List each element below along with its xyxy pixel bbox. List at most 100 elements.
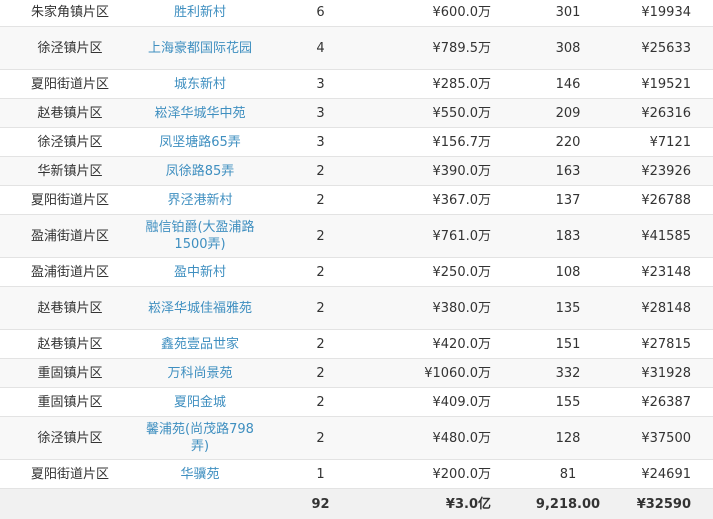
unit-price-cell: ¥23148: [623, 258, 713, 287]
table-row: 重固镇片区 万科尚景苑 2 ¥1060.0万 332 ¥31928: [0, 359, 713, 388]
area-cell: 301: [513, 0, 623, 27]
district-cell: 盈浦街道片区: [0, 215, 140, 258]
table-row: 夏阳街道片区 华骥苑 1 ¥200.0万 81 ¥24691: [0, 460, 713, 489]
listing-table: 朱家角镇片区 胜利新村 6 ¥600.0万 301 ¥19934 徐泾镇片区 上…: [0, 0, 713, 519]
community-link[interactable]: 万科尚景苑: [140, 359, 260, 388]
count-cell: 2: [260, 215, 381, 258]
total-price-cell: ¥550.0万: [381, 99, 513, 128]
count-cell: 1: [260, 460, 381, 489]
total-price-cell: ¥250.0万: [381, 258, 513, 287]
community-link[interactable]: 凤徐路85弄: [140, 157, 260, 186]
unit-price-cell: ¥31928: [623, 359, 713, 388]
district-cell: 夏阳街道片区: [0, 70, 140, 99]
totals-area-cell: 9,218.00: [513, 489, 623, 519]
district-cell: 夏阳街道片区: [0, 186, 140, 215]
total-price-cell: ¥761.0万: [381, 215, 513, 258]
community-link[interactable]: 胜利新村: [140, 0, 260, 27]
table-row: 盈浦街道片区 融信铂爵(大盈浦路1500弄) 2 ¥761.0万 183 ¥41…: [0, 215, 713, 258]
table-row: 徐泾镇片区 馨浦苑(尚茂路798弄) 2 ¥480.0万 128 ¥37500: [0, 417, 713, 460]
area-cell: 183: [513, 215, 623, 258]
community-link[interactable]: 凤坚塘路65弄: [140, 128, 260, 157]
unit-price-cell: ¥19521: [623, 70, 713, 99]
total-price-cell: ¥285.0万: [381, 70, 513, 99]
count-cell: 6: [260, 0, 381, 27]
total-price-cell: ¥380.0万: [381, 287, 513, 330]
area-cell: 146: [513, 70, 623, 99]
community-link[interactable]: 馨浦苑(尚茂路798弄): [140, 417, 260, 460]
totals-count-cell: 92: [260, 489, 381, 519]
unit-price-cell: ¥27815: [623, 330, 713, 359]
unit-price-cell: ¥25633: [623, 27, 713, 70]
unit-price-cell: ¥41585: [623, 215, 713, 258]
area-cell: 308: [513, 27, 623, 70]
community-link[interactable]: 盈中新村: [140, 258, 260, 287]
area-cell: 209: [513, 99, 623, 128]
totals-unit-price-cell: ¥32590: [623, 489, 713, 519]
table-row: 赵巷镇片区 崧泽华城佳福雅苑 2 ¥380.0万 135 ¥28148: [0, 287, 713, 330]
community-link[interactable]: 城东新村: [140, 70, 260, 99]
count-cell: 3: [260, 128, 381, 157]
area-cell: 81: [513, 460, 623, 489]
table-row: 赵巷镇片区 崧泽华城华中苑 3 ¥550.0万 209 ¥26316: [0, 99, 713, 128]
total-price-cell: ¥367.0万: [381, 186, 513, 215]
community-link[interactable]: 华骥苑: [140, 460, 260, 489]
community-link[interactable]: 崧泽华城佳福雅苑: [140, 287, 260, 330]
unit-price-cell: ¥26788: [623, 186, 713, 215]
totals-price-cell: ¥3.0亿: [381, 489, 513, 519]
district-cell: 重固镇片区: [0, 388, 140, 417]
table-row: 夏阳街道片区 界泾港新村 2 ¥367.0万 137 ¥26788: [0, 186, 713, 215]
count-cell: 3: [260, 99, 381, 128]
total-price-cell: ¥409.0万: [381, 388, 513, 417]
district-cell: 赵巷镇片区: [0, 99, 140, 128]
area-cell: 220: [513, 128, 623, 157]
community-link[interactable]: 崧泽华城华中苑: [140, 99, 260, 128]
district-cell: 重固镇片区: [0, 359, 140, 388]
count-cell: 2: [260, 157, 381, 186]
table-row: 盈浦街道片区 盈中新村 2 ¥250.0万 108 ¥23148: [0, 258, 713, 287]
community-link[interactable]: 鑫苑壹品世家: [140, 330, 260, 359]
community-link[interactable]: 上海豪都国际花园: [140, 27, 260, 70]
total-price-cell: ¥600.0万: [381, 0, 513, 27]
district-cell: 赵巷镇片区: [0, 330, 140, 359]
count-cell: 2: [260, 258, 381, 287]
area-cell: 155: [513, 388, 623, 417]
community-link[interactable]: 融信铂爵(大盈浦路1500弄): [140, 215, 260, 258]
district-cell: 朱家角镇片区: [0, 0, 140, 27]
table-row: 徐泾镇片区 凤坚塘路65弄 3 ¥156.7万 220 ¥7121: [0, 128, 713, 157]
community-link[interactable]: 界泾港新村: [140, 186, 260, 215]
unit-price-cell: ¥28148: [623, 287, 713, 330]
district-cell: 盈浦街道片区: [0, 258, 140, 287]
total-price-cell: ¥1060.0万: [381, 359, 513, 388]
table-row: 徐泾镇片区 上海豪都国际花园 4 ¥789.5万 308 ¥25633: [0, 27, 713, 70]
total-price-cell: ¥156.7万: [381, 128, 513, 157]
table-row: 重固镇片区 夏阳金城 2 ¥409.0万 155 ¥26387: [0, 388, 713, 417]
unit-price-cell: ¥26387: [623, 388, 713, 417]
unit-price-cell: ¥37500: [623, 417, 713, 460]
total-price-cell: ¥789.5万: [381, 27, 513, 70]
unit-price-cell: ¥19934: [623, 0, 713, 27]
area-cell: 332: [513, 359, 623, 388]
total-price-cell: ¥390.0万: [381, 157, 513, 186]
total-price-cell: ¥200.0万: [381, 460, 513, 489]
count-cell: 2: [260, 287, 381, 330]
count-cell: 2: [260, 388, 381, 417]
area-cell: 135: [513, 287, 623, 330]
district-cell: 赵巷镇片区: [0, 287, 140, 330]
total-price-cell: ¥420.0万: [381, 330, 513, 359]
district-cell: 华新镇片区: [0, 157, 140, 186]
area-cell: 108: [513, 258, 623, 287]
totals-row: 92 ¥3.0亿 9,218.00 ¥32590: [0, 489, 713, 519]
district-cell: 徐泾镇片区: [0, 417, 140, 460]
count-cell: 2: [260, 186, 381, 215]
area-cell: 163: [513, 157, 623, 186]
unit-price-cell: ¥23926: [623, 157, 713, 186]
table-row: 赵巷镇片区 鑫苑壹品世家 2 ¥420.0万 151 ¥27815: [0, 330, 713, 359]
district-cell: 徐泾镇片区: [0, 27, 140, 70]
count-cell: 3: [260, 70, 381, 99]
area-cell: 151: [513, 330, 623, 359]
district-cell: 徐泾镇片区: [0, 128, 140, 157]
community-link[interactable]: 夏阳金城: [140, 388, 260, 417]
count-cell: 2: [260, 417, 381, 460]
table-row: 华新镇片区 凤徐路85弄 2 ¥390.0万 163 ¥23926: [0, 157, 713, 186]
count-cell: 2: [260, 359, 381, 388]
